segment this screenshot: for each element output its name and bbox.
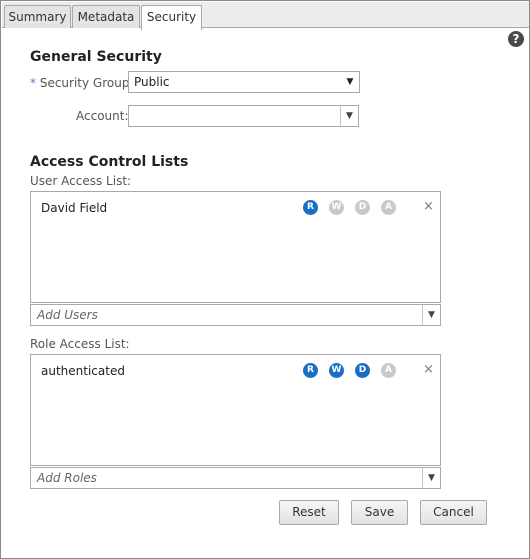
security-group-label-text: Security Group: xyxy=(39,76,134,90)
security-group-label: * Security Group: xyxy=(30,76,134,90)
role-name: authenticated xyxy=(41,364,125,378)
chevron-down-icon[interactable]: ▼ xyxy=(422,468,440,488)
admin-permission-icon[interactable]: A xyxy=(381,200,396,215)
security-group-value: Public xyxy=(134,75,170,89)
add-users-combobox[interactable]: Add Users ▼ xyxy=(30,304,441,326)
remove-role-icon[interactable]: × xyxy=(423,362,434,378)
save-button[interactable]: Save xyxy=(351,500,408,525)
add-roles-placeholder: Add Roles xyxy=(37,471,97,485)
general-security-heading: General Security xyxy=(30,49,162,65)
chevron-down-icon[interactable]: ▼ xyxy=(422,305,440,325)
read-permission-icon[interactable]: R xyxy=(303,200,318,215)
read-permission-icon[interactable]: R xyxy=(303,363,318,378)
chevron-down-icon[interactable]: ▼ xyxy=(340,106,358,126)
security-dialog: Summary Metadata Security ? General Secu… xyxy=(0,0,530,559)
write-permission-icon[interactable]: W xyxy=(329,363,344,378)
chevron-down-icon: ▼ xyxy=(346,77,354,87)
acl-heading: Access Control Lists xyxy=(30,154,189,170)
cancel-button[interactable]: Cancel xyxy=(420,500,487,525)
user-access-list-label: User Access List: xyxy=(30,174,132,188)
admin-permission-icon[interactable]: A xyxy=(381,363,396,378)
delete-permission-icon[interactable]: D xyxy=(355,363,370,378)
account-combobox[interactable]: ▼ xyxy=(128,105,359,127)
write-permission-icon[interactable]: W xyxy=(329,200,344,215)
tab-metadata[interactable]: Metadata xyxy=(72,5,140,28)
add-roles-combobox[interactable]: Add Roles ▼ xyxy=(30,467,441,489)
account-label: Account: xyxy=(76,109,129,123)
security-group-select[interactable]: Public ▼ xyxy=(128,71,360,93)
add-users-placeholder: Add Users xyxy=(37,308,98,322)
role-access-list-label: Role Access List: xyxy=(30,337,130,351)
role-access-list: authenticated R W D A × xyxy=(30,354,441,466)
remove-user-icon[interactable]: × xyxy=(423,199,434,215)
help-icon[interactable]: ? xyxy=(508,31,524,47)
tab-bar: Summary Metadata Security xyxy=(2,2,529,30)
delete-permission-icon[interactable]: D xyxy=(355,200,370,215)
tab-summary[interactable]: Summary xyxy=(4,5,71,28)
user-access-list: David Field R W D A × xyxy=(30,191,441,303)
tab-security[interactable]: Security xyxy=(141,5,202,30)
reset-button[interactable]: Reset xyxy=(279,500,339,525)
required-marker: * xyxy=(30,76,36,90)
user-name: David Field xyxy=(41,201,108,215)
